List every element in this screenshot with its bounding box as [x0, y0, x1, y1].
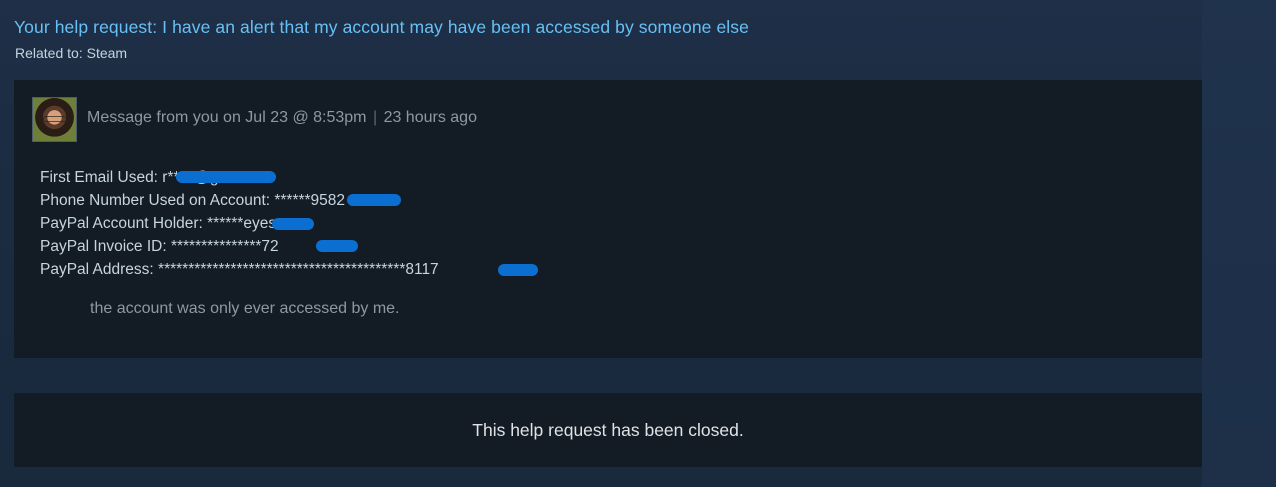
message-body: First Email Used: r***5@g***n Phone Numb… — [40, 166, 538, 281]
phone-text: Phone Number Used on Account: ******9582 — [40, 192, 346, 209]
paypal-address-line: PayPal Address: ************************… — [40, 258, 538, 281]
related-to: Related to: Steam — [15, 45, 127, 61]
phone-line: Phone Number Used on Account: ******9582 — [40, 189, 439, 212]
redaction-mark — [347, 194, 401, 206]
related-label: Related to: — [15, 45, 83, 61]
redaction-mark — [316, 240, 358, 252]
paypal-address-text: PayPal Address: ************************… — [40, 261, 439, 278]
help-request-title[interactable]: Your help request: I have an alert that … — [14, 17, 749, 38]
paypal-holder-text: PayPal Account Holder: ******eyes — [40, 215, 277, 232]
closed-status-card: This help request has been closed. — [14, 393, 1202, 467]
avatar[interactable] — [32, 97, 77, 142]
paypal-invoice-line: PayPal Invoice ID: ***************72 — [40, 235, 439, 258]
redaction-mark — [176, 171, 276, 183]
message-header: Message from you on Jul 23 @ 8:53pm | 23… — [87, 109, 477, 127]
redaction-mark — [498, 264, 538, 276]
redaction-mark — [272, 218, 314, 230]
help-request-page: Your help request: I have an alert that … — [0, 0, 1276, 487]
message-relative-time: 23 hours ago — [383, 109, 477, 126]
email-line: First Email Used: r***5@g***n — [40, 166, 439, 189]
message-card: Message from you on Jul 23 @ 8:53pm | 23… — [14, 80, 1202, 358]
closed-status-text: This help request has been closed. — [472, 419, 744, 440]
paypal-invoice-text: PayPal Invoice ID: ***************72 — [40, 238, 279, 255]
avatar-icon — [43, 116, 67, 122]
related-value: Steam — [86, 45, 128, 61]
paypal-holder-line: PayPal Account Holder: ******eyes — [40, 212, 439, 235]
message-timestamp: Message from you on Jul 23 @ 8:53pm — [87, 109, 367, 126]
header-separator: | — [372, 109, 378, 126]
message-note: the account was only ever accessed by me… — [90, 300, 400, 317]
